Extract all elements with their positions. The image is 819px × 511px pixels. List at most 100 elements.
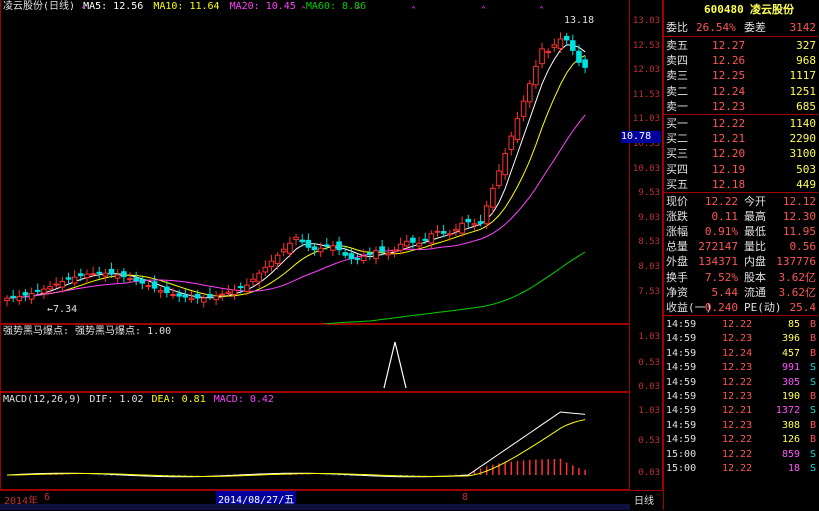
stat-label: 外盘 (666, 255, 688, 269)
ask-row: 卖三 12.25 1117 (664, 68, 818, 83)
candle-body (502, 153, 508, 176)
stat-value: 134371 (698, 255, 738, 269)
candle-body (453, 228, 459, 232)
signal-y-tick: 1.03 (638, 332, 660, 342)
stat-label: 今开 (744, 195, 766, 208)
candle-body (293, 236, 299, 240)
candle-body (342, 252, 349, 256)
tick-side: S (809, 405, 816, 417)
candle-body (496, 170, 502, 187)
candle-body (520, 100, 527, 117)
signal-spike (383, 341, 407, 389)
ask-price: 12.26 (712, 54, 746, 68)
stat-value: 25.4 (789, 300, 817, 314)
tick-time: 14:59 (666, 376, 697, 388)
candle-body (28, 293, 35, 300)
candle-body (459, 222, 465, 234)
signal-chart (383, 341, 407, 389)
candle-body (410, 237, 416, 243)
kline-y-tick: 7.53 (638, 286, 660, 297)
ask-row: 卖五 12.27 327 (664, 38, 818, 53)
stat-row: 总量 272147 量比 0.56 (664, 239, 818, 254)
stat-value: 12.22 (704, 195, 738, 208)
candle-body (336, 241, 342, 251)
period-label[interactable]: 日线 (634, 492, 654, 507)
candle-body (545, 50, 552, 54)
bid-volume: 449 (796, 177, 816, 191)
bid-volume: 1140 (789, 117, 817, 130)
candle-body (440, 231, 447, 234)
candle-body (508, 135, 515, 151)
tick-row: 14:59 12.23 190 B (664, 390, 818, 403)
stat-label: 总量 (666, 240, 688, 254)
indicator-tab-strip[interactable] (0, 504, 630, 510)
macd-chart (6, 411, 586, 478)
candle-body (244, 284, 250, 293)
bid-price: 12.18 (712, 177, 746, 191)
candle-body (133, 277, 139, 282)
kline-y-tick: 9.03 (638, 212, 660, 223)
candle-body (182, 294, 189, 298)
candle-body (194, 293, 201, 299)
tick-time: 14:59 (666, 333, 697, 345)
candle-body (354, 258, 361, 261)
candle-body (526, 83, 533, 103)
tick-time: 14:59 (666, 362, 697, 374)
candle-body (360, 255, 367, 262)
candle-body (403, 240, 410, 247)
tick-side: S (809, 362, 816, 374)
quote-title: 600480 凌云股份 (664, 2, 818, 18)
stat-label: 量比 (744, 240, 766, 254)
kline-y-tick: 10.03 (632, 163, 660, 174)
stat-label: 现价 (666, 195, 688, 208)
kline-panel[interactable]: 凌云股份(日线) MA5: 12.56 MA10: 11.64 MA20: 10… (0, 0, 630, 324)
candle-body (533, 65, 539, 86)
signal-panel[interactable]: 强势黑马爆点: 强势黑马爆点: 1.00 (0, 324, 630, 392)
stat-label: 涨跌 (666, 210, 688, 224)
bid-row: 买一 12.22 1140 (664, 116, 818, 131)
candle-body (47, 286, 53, 290)
tick-row: 14:59 12.21 1372 S (664, 404, 818, 417)
stat-label: 涨幅 (666, 225, 688, 239)
diff-value: 3142 (789, 21, 817, 34)
ratio-value: 26.54% (696, 21, 736, 34)
candle-body (385, 252, 392, 256)
candle-body (311, 246, 318, 251)
tick-side: B (809, 333, 816, 345)
stat-value: 12.30 (782, 210, 816, 224)
signal-y-tick: 0.03 (638, 382, 660, 392)
tick-volume: 1372 (775, 405, 800, 417)
stat-value: 0.240 (704, 300, 738, 314)
candle-body (379, 246, 385, 253)
tick-volume: 396 (781, 333, 800, 345)
candle-body (391, 249, 398, 252)
month-6-label: 6 (44, 492, 51, 503)
candle-body (176, 293, 182, 297)
candle-body (563, 35, 570, 41)
kline-y-axis: 13.03 12.53 12.03 11.53 11.03 10.53 10.03 9.53 9… (621, 0, 663, 324)
candle-body (78, 273, 84, 277)
macd-panel[interactable]: MACD(12,26,9) DIF: 1.02 DEA: 0.81 MACD: … (0, 392, 630, 490)
candle-body (397, 243, 404, 251)
kline-y-tick: 11.03 (632, 114, 660, 125)
candle-body (225, 291, 232, 294)
candle-body (471, 223, 478, 226)
candlestick-chart[interactable]: ^ ^ ^ ^ ^ ^ (1, 0, 631, 324)
tick-row: 15:00 12.22 18 S (664, 462, 818, 475)
ask-label: 卖四 (666, 54, 688, 68)
signal-marker: ^ (481, 5, 486, 14)
stat-value: 272147 (698, 240, 738, 254)
ma20-line (6, 114, 586, 299)
stat-value: 0.11 (711, 210, 739, 224)
order-ratio-row: 委比 26.54% 委差 3142 (664, 20, 818, 35)
stat-value: 12.12 (782, 195, 816, 208)
candle-body (280, 248, 287, 253)
candle-body (65, 277, 72, 280)
tick-volume: 126 (781, 434, 800, 446)
macd-y-tick: 0.03 (638, 468, 660, 478)
candle-body (477, 221, 484, 224)
signal-marker: ^ (356, 5, 361, 14)
candle-body (188, 297, 195, 301)
stat-row: 换手 7.52% 股本 3.62亿 (664, 270, 818, 285)
stat-value: 11.95 (782, 225, 816, 239)
